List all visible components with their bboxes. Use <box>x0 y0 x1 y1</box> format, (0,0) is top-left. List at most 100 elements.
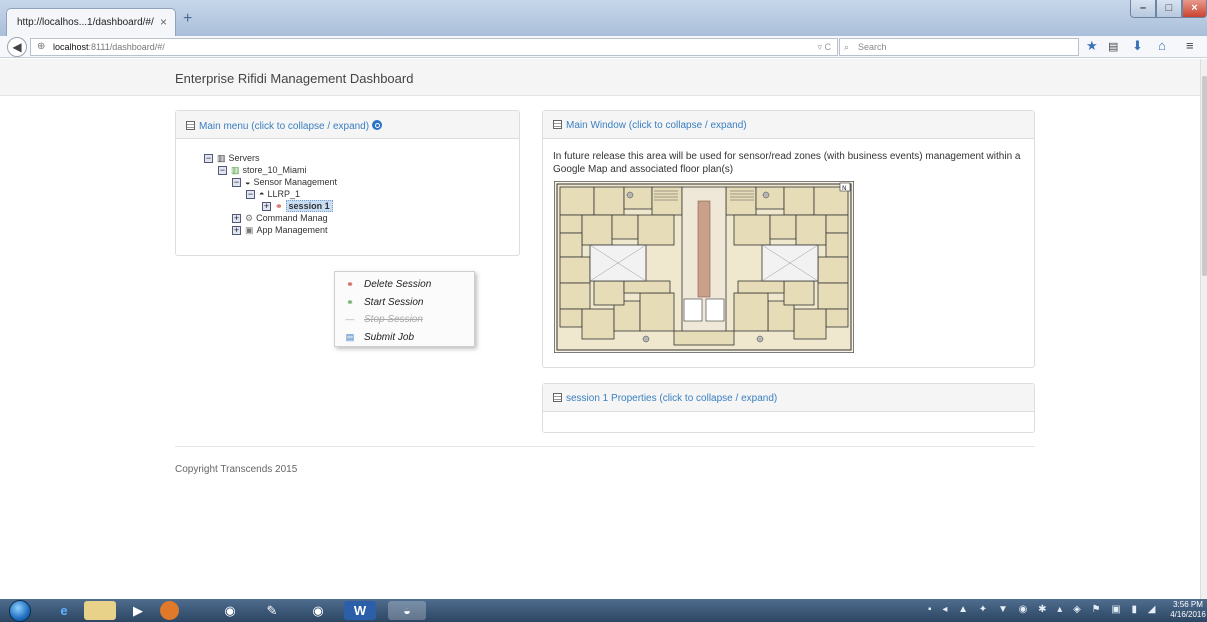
tree-node-command-management[interactable]: + ⚙ Command Manag <box>232 212 328 224</box>
gear-icon: ⚙ <box>245 213 254 223</box>
panel-icon <box>553 393 562 402</box>
context-item-start-session[interactable]: ⚭ Start Session <box>343 294 471 310</box>
tree-node-store[interactable]: − ▥ store_10_Miami <box>218 164 307 176</box>
tree-label-selected[interactable]: session 1 <box>285 200 333 212</box>
page-header: Enterprise Rifidi Management Dashboard <box>0 59 1200 96</box>
reader-icon: ◓ <box>259 189 265 199</box>
tree-label: LLRP_1 <box>267 189 300 199</box>
svg-text:N: N <box>842 185 847 192</box>
properties-header[interactable]: session 1 Properties (click to collapse … <box>543 384 1034 412</box>
collapse-toggle-icon[interactable]: − <box>232 178 241 187</box>
footer-divider <box>175 446 1035 447</box>
search-icon: ⌕ <box>844 42 850 52</box>
collapse-toggle-icon[interactable]: − <box>218 166 227 175</box>
reload-icon[interactable]: ▿ C <box>817 39 831 55</box>
search-input[interactable]: ⌕ Search <box>839 38 1079 56</box>
tab-close-icon[interactable]: × <box>160 15 167 29</box>
chrome-icon[interactable]: ◉ <box>214 601 246 620</box>
app-icon: ▣ <box>245 225 254 235</box>
clock-time: 3:56 PM <box>1173 600 1203 609</box>
address-bar[interactable]: ⊕ localhost:8111/dashboard/#/ ▿ C <box>30 38 838 56</box>
store-server-icon: ▥ <box>231 165 240 175</box>
home-icon[interactable]: ⌂ <box>1158 38 1166 53</box>
tree-node-reader[interactable]: − ◓ LLRP_1 <box>246 188 300 200</box>
tree-node-session[interactable]: + ⚭ session 1 <box>262 200 333 212</box>
expand-toggle-icon[interactable]: + <box>262 202 271 211</box>
site-info-icon[interactable]: ⊕ <box>37 39 45 55</box>
system-tray[interactable]: ▪ ◂ ▲ ✦ ▼ ◉ ✱ ▴ ◈ ⚑ ▣ ▮ ◢ <box>928 604 1160 615</box>
url-host: localhost <box>53 42 89 52</box>
expand-toggle-icon[interactable]: + <box>232 226 241 235</box>
tree-label: Sensor Management <box>253 177 337 187</box>
tree-node-app-management[interactable]: + ▣ App Management <box>232 224 328 236</box>
browser-tabstrip: http://localhos...1/dashboard/#/ × + – □… <box>0 0 1207 36</box>
context-item-label: Stop Session <box>364 314 423 325</box>
context-item-delete-session[interactable]: ⚭ Delete Session <box>343 276 471 292</box>
stop-session-icon: — <box>345 314 355 324</box>
firefox-icon[interactable] <box>160 601 179 620</box>
browser-navbar: ◀ ⊕ localhost:8111/dashboard/#/ ▿ C ⌕ Se… <box>0 36 1207 58</box>
window-minimize-button[interactable]: – <box>1130 0 1156 18</box>
url-path: :8111/dashboard/#/ <box>88 42 165 52</box>
tree-label: store_10_Miami <box>242 165 307 175</box>
back-arrow-icon: ◀ <box>12 40 22 54</box>
bookmarks-menu-icon[interactable]: ▤ <box>1108 40 1118 53</box>
maximize-icon: □ <box>1165 2 1173 14</box>
main-window-header[interactable]: Main Window (click to collapse / expand) <box>543 111 1034 139</box>
window-close-button[interactable]: × <box>1182 0 1207 18</box>
server-icon: ▥ <box>217 153 226 163</box>
minimize-icon: – <box>1139 2 1147 14</box>
submit-job-icon: ▤ <box>345 332 355 342</box>
context-item-label: Delete Session <box>364 279 432 290</box>
hamburger-menu-icon[interactable]: ≡ <box>1186 38 1194 53</box>
scrollbar-thumb[interactable] <box>1202 76 1207 276</box>
page-scrollbar[interactable] <box>1200 59 1207 599</box>
downloads-icon[interactable]: ⬇ <box>1132 38 1143 54</box>
session-context-menu: ⚭ Delete Session ⚭ Start Session — Stop Ses… <box>334 271 475 347</box>
windows-taskbar: e ▶ ◉ ✎ ◉ W ◒ ▪ ◂ ▲ ✦ ▼ ◉ ✱ ▴ ◈ ⚑ ▣ ▮ ◢ … <box>0 599 1207 622</box>
media-player-icon[interactable]: ▶ <box>122 601 154 620</box>
active-app-icon[interactable]: ◒ <box>388 601 426 620</box>
page-content: Enterprise Rifidi Management Dashboard M… <box>0 59 1200 599</box>
close-icon: × <box>1191 2 1198 14</box>
sensor-icon: ◒ <box>245 177 251 187</box>
expand-toggle-icon[interactable]: + <box>232 214 241 223</box>
word-icon[interactable]: W <box>344 601 376 620</box>
copyright-text: Copyright Transcends 2015 <box>175 464 298 475</box>
back-button[interactable]: ◀ <box>7 37 27 57</box>
context-item-label: Submit Job <box>364 332 415 343</box>
browser-tab[interactable]: http://localhos...1/dashboard/#/ × <box>6 8 176 36</box>
new-tab-button[interactable]: + <box>183 10 192 28</box>
window-maximize-button[interactable]: □ <box>1156 0 1182 18</box>
tree-label: Command Manag <box>256 213 328 223</box>
page-title: Enterprise Rifidi Management Dashboard <box>175 71 414 86</box>
file-explorer-icon[interactable] <box>84 601 116 620</box>
tree-node-servers[interactable]: − ▥ Servers <box>204 152 260 164</box>
main-menu-header[interactable]: Main menu (click to collapse / expand) <box>176 111 519 139</box>
internet-explorer-icon[interactable]: e <box>48 601 80 620</box>
bookmark-star-icon[interactable]: ★ <box>1086 38 1098 54</box>
taskbar-clock[interactable]: 3:56 PM 4/16/2016 <box>1170 600 1206 620</box>
collapse-toggle-icon[interactable]: − <box>204 154 213 163</box>
session-icon: ⚭ <box>275 201 283 211</box>
main-menu-panel: Main menu (click to collapse / expand) −… <box>175 110 520 256</box>
context-item-stop-session: — Stop Session <box>343 311 471 327</box>
paint-icon[interactable]: ✎ <box>256 601 288 620</box>
start-button[interactable] <box>9 600 31 622</box>
context-item-label: Start Session <box>364 297 424 308</box>
network-app-icon[interactable]: ◉ <box>302 601 334 620</box>
collapse-toggle-icon[interactable]: − <box>246 190 255 199</box>
main-window-description: In future release this area will be used… <box>553 151 1021 175</box>
main-menu-heading: Main menu (click to collapse / expand) <box>199 121 370 132</box>
search-placeholder: Search <box>858 42 887 52</box>
floor-plan-image: N <box>554 181 854 353</box>
tree-node-sensor-management[interactable]: − ◒ Sensor Management <box>232 176 337 188</box>
context-item-submit-job[interactable]: ▤ Submit Job <box>343 329 471 345</box>
tree-label: Servers <box>228 153 260 163</box>
main-window-heading: Main Window (click to collapse / expand) <box>566 120 747 131</box>
refresh-icon[interactable] <box>372 120 383 130</box>
delete-session-icon: ⚭ <box>346 279 354 289</box>
session-properties-panel: session 1 Properties (click to collapse … <box>542 383 1035 433</box>
tab-title: http://localhos...1/dashboard/#/ <box>17 17 154 28</box>
panel-icon <box>186 121 195 130</box>
